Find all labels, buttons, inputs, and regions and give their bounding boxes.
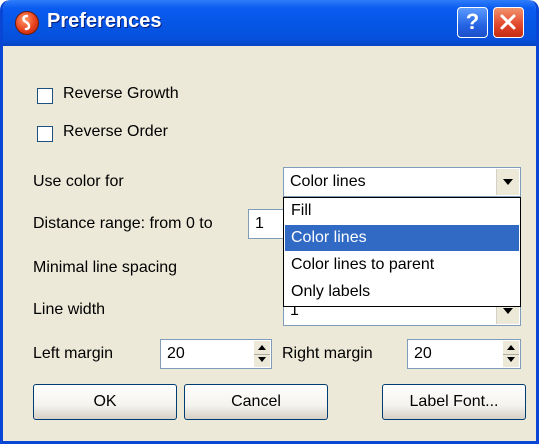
left-margin-spin-buttons (254, 341, 270, 367)
right-margin-spinner[interactable]: 20 (407, 339, 521, 369)
dropdown-option-color-lines-to-parent[interactable]: Color lines to parent (285, 252, 519, 278)
left-margin-value: 20 (167, 345, 185, 362)
use-color-selected-value: Color lines (290, 173, 366, 190)
spin-down-icon[interactable] (254, 354, 270, 367)
reverse-growth-checkbox[interactable] (37, 88, 53, 104)
left-margin-spinner[interactable]: 20 (160, 339, 272, 369)
spin-up-icon[interactable] (503, 341, 519, 355)
spin-down-icon[interactable] (503, 354, 519, 367)
line-width-label: Line width (33, 301, 106, 318)
minimal-line-spacing-label: Minimal line spacing (33, 259, 178, 276)
use-color-dropdown-list: Fill Color lines Color lines to parent O… (283, 197, 521, 307)
use-color-select[interactable]: Color lines (283, 167, 521, 197)
left-margin-label: Left margin (33, 345, 114, 362)
window-title: Preferences (47, 10, 162, 32)
reverse-growth-label: Reverse Growth (63, 85, 179, 102)
use-color-label: Use color for (33, 173, 124, 190)
right-margin-label: Right margin (282, 345, 373, 362)
preferences-dialog: Preferences ? Reverse Growth Reverse Ord… (0, 0, 539, 444)
dropdown-option-fill[interactable]: Fill (285, 198, 519, 224)
right-margin-spin-buttons (503, 341, 519, 367)
cancel-button[interactable]: Cancel (184, 384, 328, 420)
dropdown-option-color-lines[interactable]: Color lines (285, 225, 519, 251)
reverse-order-label: Reverse Order (63, 123, 168, 140)
dropdown-option-only-labels[interactable]: Only labels (285, 279, 519, 305)
ok-button[interactable]: OK (33, 384, 177, 420)
app-icon (15, 11, 39, 35)
chevron-down-icon[interactable] (496, 169, 519, 195)
distance-range-value: 1 (255, 215, 264, 232)
label-font-button[interactable]: Label Font... (382, 384, 526, 420)
spin-up-icon[interactable] (254, 341, 270, 355)
right-margin-value: 20 (414, 345, 432, 362)
help-button[interactable]: ? (457, 7, 488, 38)
distance-range-input[interactable]: 1 (248, 209, 284, 239)
distance-range-label: Distance range: from 0 to (33, 215, 213, 232)
close-icon (500, 14, 516, 30)
reverse-order-checkbox[interactable] (37, 126, 53, 142)
close-button[interactable] (493, 7, 524, 38)
title-bar[interactable]: Preferences ? (3, 0, 536, 46)
